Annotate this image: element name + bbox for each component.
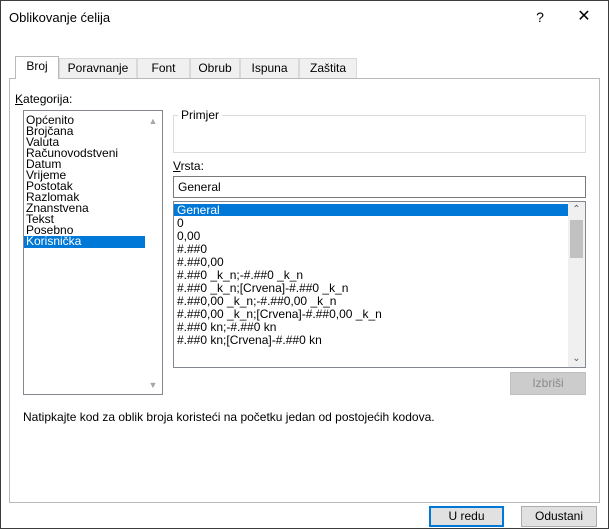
- category-item-selected[interactable]: Korisnička: [24, 235, 145, 248]
- hint-text: Natipkajte kod za oblik broja koristeći …: [23, 410, 435, 424]
- category-list[interactable]: Općenito Brojčana Valuta Računovodstveni…: [23, 110, 163, 395]
- tab-ispuna[interactable]: Ispuna: [240, 58, 299, 78]
- type-input[interactable]: General: [173, 176, 586, 198]
- title-bar[interactable]: Oblikovanje ćelija ? ✕: [1, 1, 608, 35]
- tab-font[interactable]: Font: [137, 58, 190, 78]
- format-item[interactable]: #.##0,00 _k_n;[Crvena]-#.##0,00 _k_n: [174, 308, 578, 320]
- scrollbar-thumb[interactable]: [570, 220, 583, 258]
- tab-zastita[interactable]: Zaštita: [299, 58, 357, 78]
- close-button[interactable]: ✕: [566, 3, 602, 31]
- sample-label: Primjer: [178, 108, 222, 122]
- format-item[interactable]: #.##0 kn;[Crvena]-#.##0 kn: [174, 334, 578, 346]
- format-item[interactable]: #.##0 kn;-#.##0 kn: [174, 321, 578, 333]
- delete-button[interactable]: Izbriši: [510, 372, 586, 395]
- chevron-down-icon[interactable]: ⌄: [568, 351, 585, 367]
- format-cells-dialog: Oblikovanje ćelija ? ✕ Broj Poravnanje F…: [0, 0, 609, 529]
- format-item[interactable]: #.##0: [174, 243, 578, 255]
- cancel-button[interactable]: Odustani: [521, 506, 597, 527]
- format-item[interactable]: 0: [174, 217, 578, 229]
- category-label: Kategorija:: [15, 92, 73, 106]
- tab-poravnanje[interactable]: Poravnanje: [59, 58, 137, 78]
- ok-button[interactable]: U redu: [429, 506, 504, 527]
- tab-broj[interactable]: Broj: [15, 56, 59, 79]
- format-item[interactable]: #.##0 _k_n;-#.##0 _k_n: [174, 269, 578, 281]
- format-item[interactable]: 0,00: [174, 230, 578, 242]
- format-item-selected[interactable]: General: [174, 204, 578, 216]
- chevron-up-icon[interactable]: ▲: [146, 115, 160, 127]
- tab-obrub[interactable]: Obrub: [190, 58, 240, 78]
- sample-group: [173, 115, 586, 153]
- format-code-list[interactable]: General 0 0,00 #.##0 #.##0,00 #.##0 _k_n…: [173, 201, 586, 368]
- format-item[interactable]: #.##0 _k_n;[Crvena]-#.##0 _k_n: [174, 282, 578, 294]
- chevron-down-icon[interactable]: ▼: [146, 379, 160, 391]
- format-item[interactable]: #.##0,00: [174, 256, 578, 268]
- help-button[interactable]: ?: [525, 3, 555, 31]
- chevron-up-icon[interactable]: ⌃: [568, 202, 585, 218]
- type-label: Vrsta:: [173, 159, 204, 173]
- format-item[interactable]: #.##0,00 _k_n;-#.##0,00 _k_n: [174, 295, 578, 307]
- dialog-title: Oblikovanje ćelija: [9, 10, 111, 25]
- format-list-scrollbar[interactable]: ⌃ ⌄: [568, 202, 585, 367]
